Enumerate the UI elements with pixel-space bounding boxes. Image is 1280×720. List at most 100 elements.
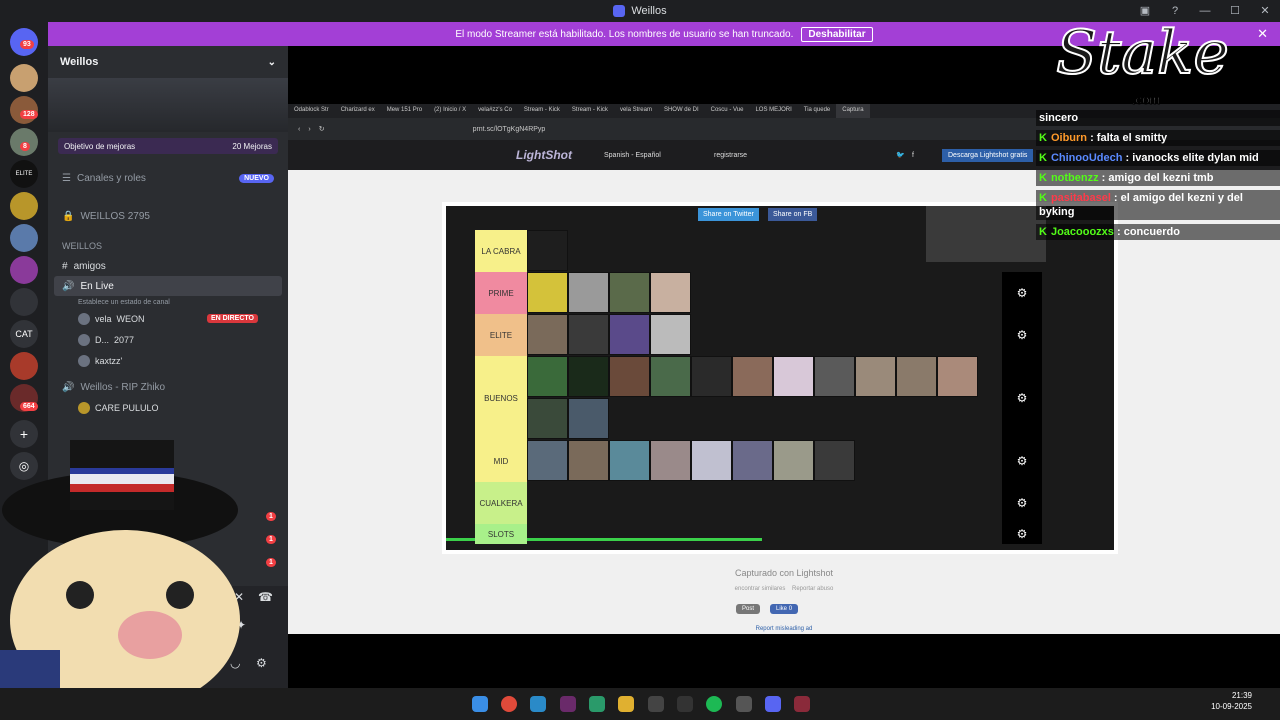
browser-tab[interactable]: SHOW de DI xyxy=(658,104,705,118)
tier-thumbnail[interactable] xyxy=(609,356,650,397)
tier-thumbnail[interactable] xyxy=(691,440,732,481)
language-select[interactable]: Spanish - Español xyxy=(604,152,661,159)
server-cat[interactable]: CAT xyxy=(10,320,38,348)
tier-thumbnail[interactable] xyxy=(568,398,609,439)
browser-tab[interactable]: vela#zz's Co xyxy=(472,104,518,118)
browser-tab[interactable]: Mew 151 Pro xyxy=(381,104,428,118)
spotify-icon[interactable] xyxy=(706,696,722,712)
tier-settings-icon[interactable]: ⚙ xyxy=(1002,356,1042,440)
app-icon[interactable] xyxy=(736,696,752,712)
back-icon[interactable]: ‹ xyxy=(298,126,300,133)
server-vip-icon[interactable] xyxy=(10,192,38,220)
tier-thumbnail[interactable] xyxy=(650,272,691,313)
chrome-icon[interactable] xyxy=(501,696,517,712)
app-icon[interactable] xyxy=(560,696,576,712)
tier-thumbnail[interactable] xyxy=(773,356,814,397)
system-clock[interactable]: 21:39 10-09-2025 xyxy=(1211,690,1252,712)
tier-settings-icon[interactable]: ⚙ xyxy=(1002,272,1042,314)
tier-settings-icon[interactable]: ⚙ xyxy=(1002,482,1042,524)
tier-thumbnail[interactable] xyxy=(855,356,896,397)
voice-user[interactable]: vela WEON EN DIRECTO xyxy=(48,308,288,329)
tier-thumbnail[interactable] xyxy=(814,440,855,481)
voice-user[interactable]: kaxtzz' xyxy=(48,350,288,371)
app-icon[interactable] xyxy=(648,696,664,712)
browser-tab[interactable]: Charizard ex xyxy=(335,104,381,118)
browser-tab[interactable]: Stream - Kick xyxy=(518,104,566,118)
tier-settings-icon[interactable]: ⚙ xyxy=(1002,524,1042,544)
server-icon[interactable] xyxy=(10,288,38,316)
tier-settings-icon[interactable]: ⚙ xyxy=(1002,314,1042,356)
voice-user[interactable]: CARE PULULO xyxy=(48,397,288,418)
tier-thumbnail[interactable] xyxy=(609,440,650,481)
tier-thumbnail[interactable] xyxy=(732,356,773,397)
browser-tab[interactable]: Tia quede xyxy=(798,104,836,118)
tier-thumbnail[interactable] xyxy=(773,440,814,481)
tier-thumbnail[interactable] xyxy=(814,356,855,397)
find-similar-link[interactable]: encontrar similares xyxy=(735,586,786,592)
channel-rip[interactable]: 🔊 Weillos - RIP Zhiko xyxy=(48,377,288,397)
windows-start-icon[interactable] xyxy=(472,696,488,712)
server-icon[interactable] xyxy=(10,64,38,92)
browser-tab[interactable]: vela Stream xyxy=(614,104,658,118)
browser-tab-active[interactable]: Captura xyxy=(836,104,870,118)
app-icon[interactable] xyxy=(530,696,546,712)
download-button[interactable]: Descarga Lightshot gratis xyxy=(942,148,1034,162)
tier-thumbnail[interactable] xyxy=(527,314,568,355)
browser-tab[interactable]: Stream - Kick xyxy=(566,104,614,118)
share-fb-button[interactable]: Share on FB xyxy=(768,208,818,221)
disconnect-icon[interactable]: ☎ xyxy=(258,590,273,604)
tier-thumbnail[interactable] xyxy=(527,356,568,397)
category-weillos[interactable]: WEILLOS xyxy=(48,236,288,256)
folder-icon[interactable] xyxy=(618,696,634,712)
reload-icon[interactable]: ↻ xyxy=(319,125,325,133)
facebook-icon[interactable]: f xyxy=(912,152,914,159)
close-window-button[interactable]: ✕ xyxy=(1250,0,1280,22)
post-button[interactable]: Post xyxy=(736,604,761,614)
channels-roles-item[interactable]: ☰ Canales y roles NUEVO xyxy=(48,168,288,188)
server-icon[interactable] xyxy=(10,224,38,252)
tier-thumbnail[interactable] xyxy=(568,440,609,481)
tier-thumbnail[interactable] xyxy=(650,440,691,481)
browser-tab[interactable]: LOS MEJORI xyxy=(749,104,797,118)
channel-en-live[interactable]: 🔊 En Live xyxy=(54,276,282,296)
tier-thumbnail[interactable] xyxy=(650,356,691,397)
share-twitter-button[interactable]: Share on Twitter xyxy=(698,208,759,221)
tier-thumbnail[interactable] xyxy=(568,314,609,355)
tier-thumbnail[interactable] xyxy=(527,272,568,313)
channel-amigos[interactable]: # amigos xyxy=(48,256,288,276)
app-icon[interactable] xyxy=(794,696,810,712)
url-input[interactable]: prnt.sc/lOTgKgN4RPyp xyxy=(473,126,546,133)
tier-settings-icon[interactable]: ⚙ xyxy=(1002,440,1042,482)
like-button[interactable]: Like 0 xyxy=(770,604,799,614)
tier-thumbnail[interactable] xyxy=(568,272,609,313)
tier-thumbnail[interactable] xyxy=(609,272,650,313)
tier-thumbnail[interactable] xyxy=(650,314,691,355)
server-icon[interactable] xyxy=(10,352,38,380)
voice-user[interactable]: D... 2077 xyxy=(48,329,288,350)
tier-thumbnail[interactable] xyxy=(527,398,568,439)
server-elite[interactable]: ELITE xyxy=(10,160,38,188)
tier-thumbnail[interactable] xyxy=(732,440,773,481)
channel-status-hint[interactable]: Establece un estado de canal xyxy=(48,296,288,308)
app-icon[interactable] xyxy=(589,696,605,712)
tier-thumbnail[interactable] xyxy=(691,356,732,397)
tier-thumbnail[interactable] xyxy=(527,440,568,481)
gear-icon[interactable]: ⚙ xyxy=(256,656,267,670)
register-link[interactable]: registrarse xyxy=(714,152,747,159)
tier-thumbnail[interactable] xyxy=(527,230,568,271)
tier-thumbnail[interactable] xyxy=(896,356,937,397)
lightshot-logo[interactable]: LightShot xyxy=(516,148,572,162)
forward-icon[interactable]: › xyxy=(308,126,310,133)
twitter-icon[interactable]: 🐦 xyxy=(896,151,905,159)
boost-goal-bar[interactable]: Objetivo de mejoras 20 Mejoras xyxy=(58,138,278,154)
browser-tab[interactable]: Odablock Str xyxy=(288,104,335,118)
tier-thumbnail[interactable] xyxy=(937,356,978,397)
server-icon[interactable] xyxy=(10,256,38,284)
discord-icon[interactable] xyxy=(765,696,781,712)
browser-tab[interactable]: (2) Inicio / X xyxy=(428,104,472,118)
disable-streamer-button[interactable]: Deshabilitar xyxy=(801,26,873,42)
tier-thumbnail[interactable] xyxy=(568,356,609,397)
server-header[interactable]: Weillos ⌄ xyxy=(48,46,288,78)
app-icon[interactable] xyxy=(677,696,693,712)
browser-tab[interactable]: Coscu - Vue xyxy=(705,104,750,118)
